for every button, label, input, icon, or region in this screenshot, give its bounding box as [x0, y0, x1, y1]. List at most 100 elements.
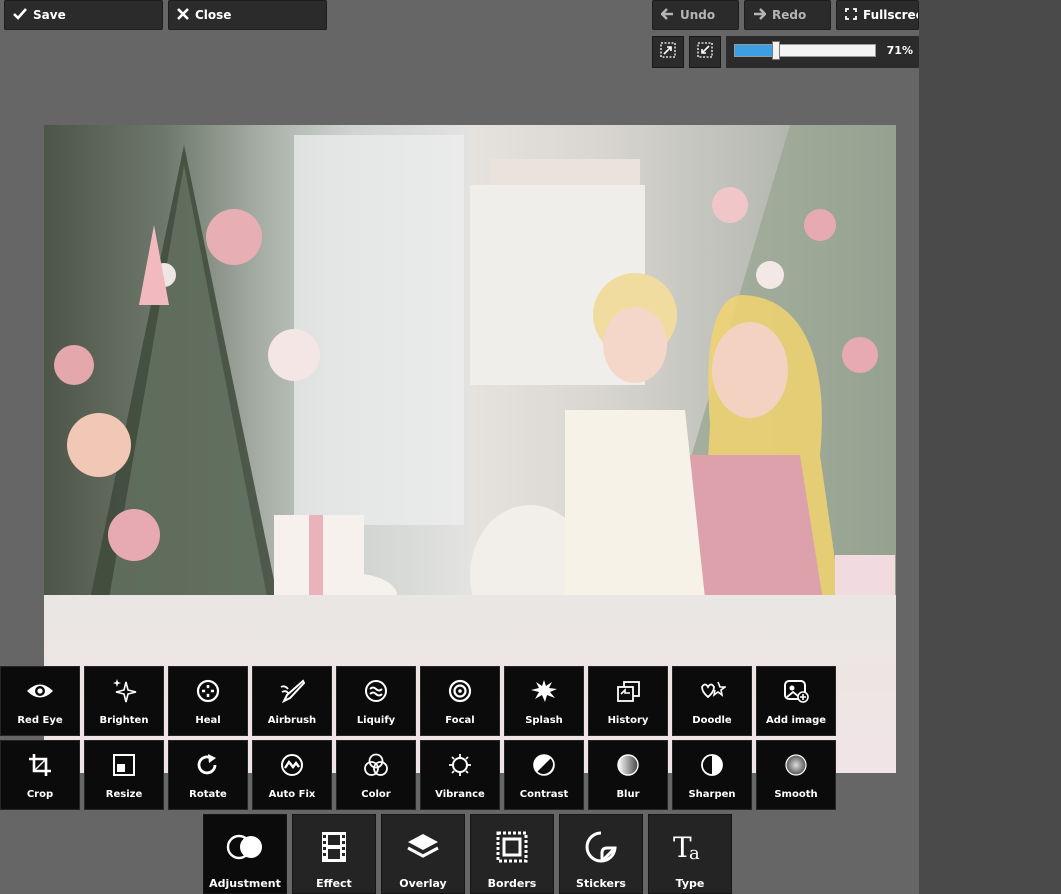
history-icon — [615, 678, 641, 704]
tool-label: Splash — [525, 715, 563, 726]
tool-label: Doodle — [692, 715, 732, 726]
actual-size-button[interactable] — [689, 36, 721, 68]
close-icon — [177, 7, 189, 23]
rotate-icon — [196, 752, 220, 778]
tool-label: Rotate — [189, 789, 227, 800]
tab-label: Effect — [316, 877, 352, 890]
tool-red-eye[interactable]: Red Eye — [0, 666, 80, 736]
add-image-icon — [783, 678, 809, 704]
tool-label: Auto Fix — [268, 789, 316, 800]
splash-icon — [530, 678, 558, 704]
eye-icon — [26, 678, 54, 704]
smooth-icon — [784, 752, 808, 778]
tool-vibrance[interactable]: Vibrance — [420, 740, 500, 810]
zoom-slider[interactable] — [734, 41, 876, 60]
tool-heal[interactable]: Heal — [168, 666, 248, 736]
tab-adjustment[interactable]: Adjustment — [203, 814, 287, 894]
actual-size-icon — [697, 42, 713, 62]
sticker-icon — [585, 829, 617, 865]
tool-auto-fix[interactable]: Auto Fix — [252, 740, 332, 810]
vibrance-icon — [448, 752, 472, 778]
layers-icon — [406, 829, 440, 865]
tool-airbrush[interactable]: Airbrush — [252, 666, 332, 736]
arrow-left-icon — [660, 7, 674, 23]
arrow-right-icon — [753, 7, 767, 23]
save-label: Save — [33, 8, 66, 22]
crop-icon — [28, 752, 52, 778]
right-side-panel — [919, 0, 1061, 894]
tab-label: Adjustment — [209, 877, 281, 890]
sparkle-icon — [111, 678, 137, 704]
tab-type[interactable]: Ta Type — [648, 814, 732, 894]
redo-label: Redo — [772, 8, 807, 22]
zoom-slider-handle[interactable] — [772, 41, 780, 60]
fullscreen-label: Fullscreen — [863, 8, 918, 22]
tool-label: History — [607, 715, 649, 726]
zoom-percent: 71% — [886, 44, 913, 57]
check-icon — [13, 7, 27, 23]
tool-sharpen[interactable]: Sharpen — [672, 740, 752, 810]
liquify-icon — [364, 678, 388, 704]
tool-label: Crop — [26, 789, 54, 800]
contrast-icon — [532, 752, 556, 778]
tool-splash[interactable]: Splash — [504, 666, 584, 736]
undo-button[interactable]: Undo — [652, 0, 739, 30]
tool-label: Airbrush — [267, 715, 317, 726]
adjustment-icon — [226, 829, 264, 865]
tool-label: Color — [361, 789, 391, 800]
svg-text:a: a — [689, 843, 700, 863]
tool-label: Smooth — [774, 789, 818, 800]
tool-label: Focal — [445, 715, 475, 726]
tool-add-image[interactable]: Add image — [756, 666, 836, 736]
tool-brighten[interactable]: Brighten — [84, 666, 164, 736]
close-button[interactable]: Close — [168, 0, 327, 30]
doodle-icon — [698, 678, 726, 704]
redo-button[interactable]: Redo — [744, 0, 831, 30]
tool-label: Blur — [616, 789, 640, 800]
tool-label: Add image — [765, 715, 827, 726]
tool-history[interactable]: History — [588, 666, 668, 736]
tool-focal[interactable]: Focal — [420, 666, 500, 736]
sharpen-icon — [700, 752, 724, 778]
tool-label: Contrast — [519, 789, 569, 800]
fullscreen-button[interactable]: Fullscreen — [836, 0, 919, 30]
fullscreen-icon — [845, 7, 857, 23]
resize-icon — [113, 752, 135, 778]
tab-effect[interactable]: Effect — [292, 814, 376, 894]
borders-icon — [496, 829, 528, 865]
tool-color[interactable]: Color — [336, 740, 416, 810]
tool-rotate[interactable]: Rotate — [168, 740, 248, 810]
tool-label: Red Eye — [17, 715, 63, 726]
close-label: Close — [195, 8, 232, 22]
tool-contrast[interactable]: Contrast — [504, 740, 584, 810]
tool-label: Brighten — [99, 715, 149, 726]
tab-label: Stickers — [576, 877, 626, 890]
tool-resize[interactable]: Resize — [84, 740, 164, 810]
airbrush-icon — [279, 678, 305, 704]
tool-label: Liquify — [356, 715, 396, 726]
tool-liquify[interactable]: Liquify — [336, 666, 416, 736]
undo-label: Undo — [680, 8, 716, 22]
tab-overlay[interactable]: Overlay — [381, 814, 465, 894]
color-icon — [363, 752, 389, 778]
blur-icon — [616, 752, 640, 778]
tab-label: Type — [675, 877, 705, 890]
fit-to-screen-button[interactable] — [652, 36, 684, 68]
tool-blur[interactable]: Blur — [588, 740, 668, 810]
tool-crop[interactable]: Crop — [0, 740, 80, 810]
auto-fix-icon — [280, 752, 304, 778]
film-icon — [321, 829, 347, 865]
focal-icon — [448, 678, 472, 704]
save-button[interactable]: Save — [4, 0, 163, 30]
zoom-slider-fill — [735, 45, 776, 56]
tool-doodle[interactable]: Doodle — [672, 666, 752, 736]
tab-label: Borders — [487, 877, 537, 890]
tool-label: Heal — [195, 715, 221, 726]
tab-stickers[interactable]: Stickers — [559, 814, 643, 894]
tool-label: Sharpen — [688, 789, 736, 800]
tool-label: Resize — [105, 789, 143, 800]
zoom-control: 71% — [726, 36, 919, 68]
tab-borders[interactable]: Borders — [470, 814, 554, 894]
tool-smooth[interactable]: Smooth — [756, 740, 836, 810]
heal-icon — [196, 678, 220, 704]
